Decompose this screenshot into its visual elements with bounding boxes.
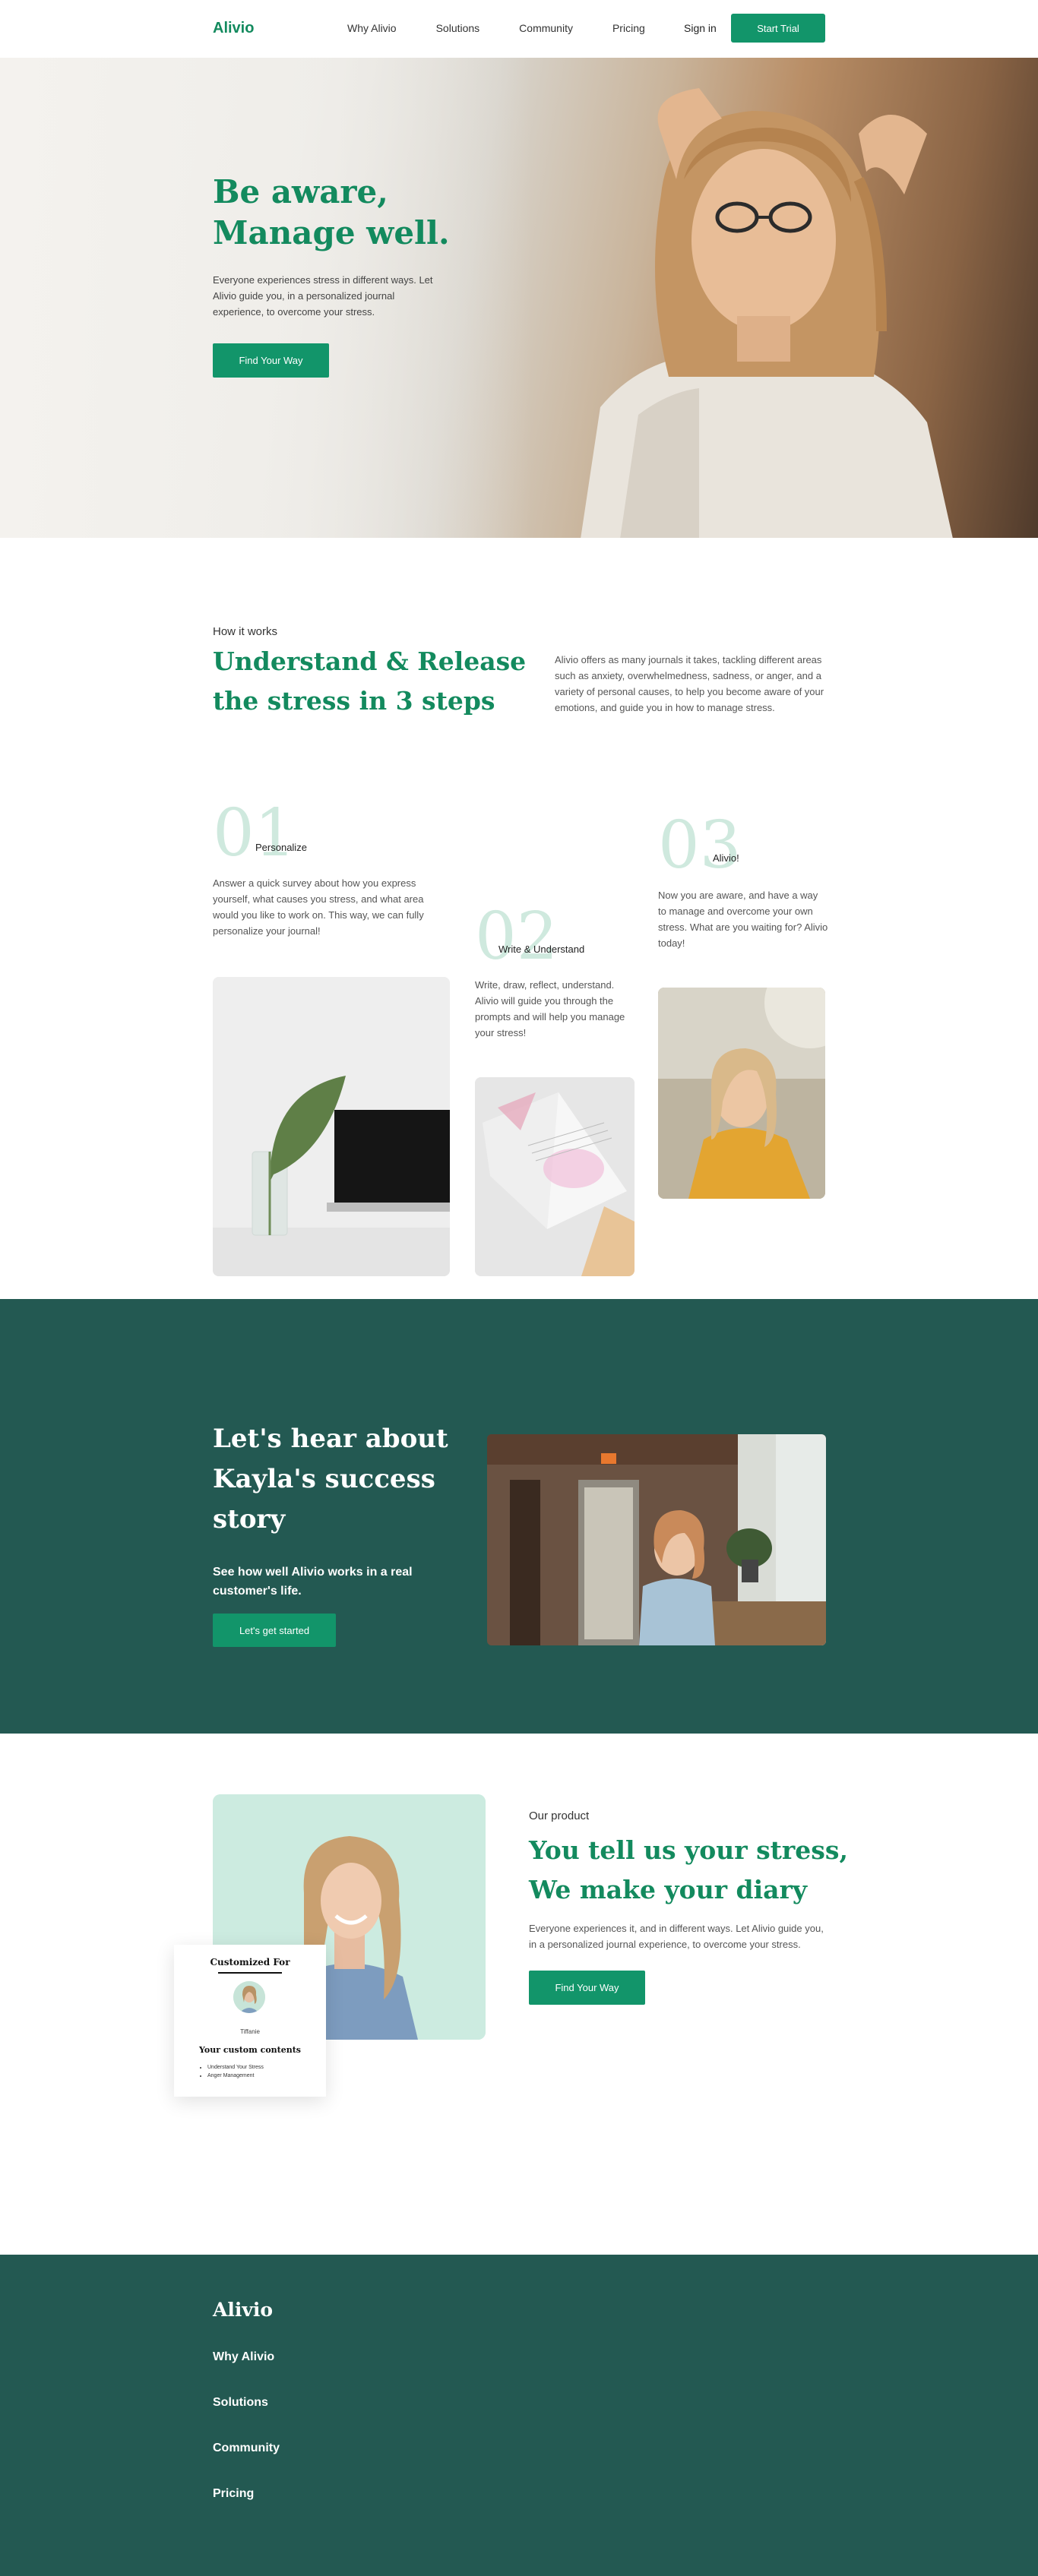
footer-link-pricing[interactable]: Pricing	[213, 2487, 254, 2501]
sign-in-link[interactable]: Sign in	[684, 22, 717, 34]
product-find-your-way-button[interactable]: Find Your Way	[529, 1971, 645, 2005]
footer: Alivio Why Alivio Solutions Community Pr…	[0, 2255, 1038, 2576]
step-description-3: Now you are aware, and have a way to man…	[658, 890, 828, 949]
step-description-2: Write, draw, reflect, understand. Alivio…	[475, 979, 625, 1038]
nav-links: Why Alivio Solutions Community Pricing	[347, 22, 685, 34]
lets-get-started-button[interactable]: Let's get started	[213, 1614, 336, 1647]
step-number-3: 03	[658, 808, 742, 883]
how-it-works-label: How it works	[213, 625, 278, 638]
smiling-woman-photo	[658, 988, 825, 1199]
how-it-works-title: Understand & Release the stress in 3 ste…	[213, 646, 527, 716]
success-story-section: Let's hear about Kayla's success story S…	[0, 1299, 1038, 1734]
open-journal-illustration	[475, 1077, 635, 1276]
step-label-1: Personalize	[255, 842, 307, 853]
top-nav: Alivio Why Alivio Solutions Community Pr…	[0, 0, 1038, 58]
hero-section: Be aware, Manage well. Everyone experien…	[0, 58, 1038, 538]
card-subtitle: Your custom contents	[198, 2045, 301, 2055]
story-title: Let's hear about Kayla's success story	[213, 1424, 448, 1535]
card-list: Understand Your Stress Anger Management	[203, 2063, 264, 2080]
nav-link-pricing[interactable]: Pricing	[612, 22, 645, 34]
step-description-1: Answer a quick survey about how you expr…	[213, 877, 424, 937]
footer-link-community[interactable]: Community	[213, 2442, 280, 2455]
hero-title: Be aware, Manage well.	[213, 173, 450, 251]
find-your-way-button[interactable]: Find Your Way	[213, 343, 329, 378]
product-label: Our product	[529, 1810, 590, 1822]
step-3-image	[658, 988, 825, 1199]
nav-link-community[interactable]: Community	[519, 22, 573, 34]
footer-link-why-alivio[interactable]: Why Alivio	[213, 2350, 274, 2364]
product-title: You tell us your stress, We make your di…	[529, 1835, 848, 1904]
kayla-photo	[487, 1434, 826, 1645]
nav-link-why-alivio[interactable]: Why Alivio	[347, 22, 397, 34]
start-trial-button[interactable]: Start Trial	[731, 14, 825, 43]
how-it-works-description: Alivio offers as many journals it takes,…	[555, 654, 824, 713]
step-label-3: Alivio!	[713, 852, 739, 864]
logo[interactable]: Alivio	[213, 20, 254, 37]
list-item: Understand Your Stress	[207, 2063, 264, 2072]
step-2-image	[475, 1077, 635, 1276]
hero-description: Everyone experiences stress in different…	[213, 274, 433, 318]
avatar-icon	[233, 1981, 265, 2013]
list-item: Anger Management	[207, 2072, 264, 2080]
card-title: Customized For	[210, 1957, 290, 1968]
cafe-woman-illustration	[487, 1434, 826, 1645]
step-label-2: Write & Understand	[498, 943, 585, 955]
customized-card: Customized For Tiffanie Your custom cont…	[174, 1945, 326, 2097]
avatar	[233, 1981, 265, 2013]
hero-woman-image	[581, 88, 953, 538]
product-description: Everyone experiences it, and in differen…	[529, 1923, 824, 1950]
nav-link-solutions[interactable]: Solutions	[436, 22, 480, 34]
step-number-2: 02	[475, 899, 559, 975]
step-number-1: 01	[213, 795, 296, 871]
card-name: Tiffanie	[240, 2028, 260, 2035]
step-1-image	[213, 977, 450, 1276]
footer-logo[interactable]: Alivio	[213, 2299, 273, 2321]
laptop-plant-illustration	[213, 977, 450, 1276]
story-subtitle: See how well Alivio works in a real cust…	[213, 1566, 413, 1598]
footer-link-solutions[interactable]: Solutions	[213, 2396, 268, 2410]
